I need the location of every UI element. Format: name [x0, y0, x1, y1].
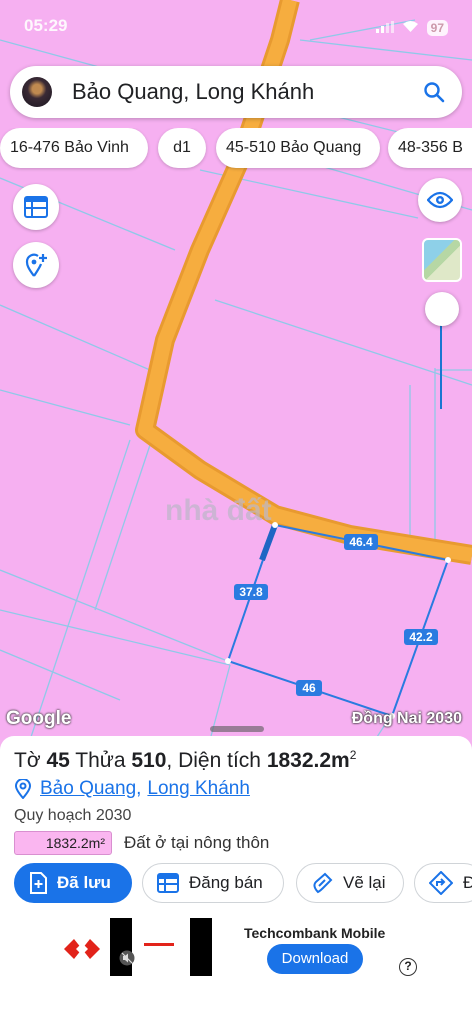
- search-input[interactable]: Bảo Quang, Long Khánh: [72, 79, 414, 105]
- add-location-icon: [25, 253, 47, 277]
- save-plus-icon: [29, 872, 47, 894]
- area-legend-swatch: 1832.2m²: [14, 831, 112, 855]
- redraw-label: Vẽ lại: [343, 873, 386, 892]
- basemap-thumbnail[interactable]: [422, 238, 462, 282]
- parcel-title: Tờ 45 Thửa 510, Diện tích 1832.2m2: [14, 748, 356, 773]
- parcel-location: Bảo Quang, Long Khánh: [14, 778, 250, 800]
- chip-recent-parcel[interactable]: 48-356 B: [388, 128, 472, 168]
- parcel-vertex[interactable]: [225, 658, 231, 664]
- land-use-label: Đất ở tại nông thôn: [124, 833, 270, 852]
- sheet-drag-handle[interactable]: [210, 726, 264, 732]
- techcombank-logo-icon: [64, 937, 100, 966]
- search-bar[interactable]: Bảo Quang, Long Khánh: [10, 66, 462, 118]
- sheet-number: 45: [46, 749, 70, 772]
- parcel-vertex[interactable]: [445, 557, 451, 563]
- land-use-row: 1832.2m² Đất ở tại nông thôn: [14, 831, 269, 855]
- city-link[interactable]: Long Khánh: [147, 778, 250, 800]
- area-unit: 2: [349, 748, 357, 762]
- draw-icon: [311, 872, 333, 894]
- ad-title: Techcombank Mobile: [244, 925, 386, 941]
- opacity-slider-knob[interactable]: [425, 292, 459, 326]
- planning-label: Quy hoạch 2030: [14, 807, 132, 824]
- edge-label-top: 46.4: [349, 535, 373, 549]
- action-buttons: Đã lưu Đăng bán Vẽ lại Đ: [0, 863, 472, 905]
- area-value: 1832.2m: [266, 749, 350, 772]
- add-location-button[interactable]: [13, 242, 59, 288]
- parcel-frontage: [259, 523, 278, 562]
- status-bar: 05:29 97: [0, 16, 472, 42]
- edge-label-left: 37.8: [239, 585, 263, 599]
- separator: ,: [136, 778, 142, 799]
- post-for-sale-label: Đăng bán: [189, 873, 263, 892]
- status-time: 05:29: [24, 16, 68, 35]
- plot-number: 510: [131, 749, 167, 772]
- planning-layer-label: Đồng Nai 2030: [351, 710, 462, 727]
- directions-label: Đ: [463, 873, 472, 892]
- edge-label-bottom: 46: [302, 681, 316, 695]
- search-button[interactable]: [414, 72, 454, 112]
- chip-recent-parcel[interactable]: 45-510 Bảo Quang: [216, 128, 380, 168]
- watermark: nhà đất: [165, 494, 272, 527]
- ad-video-bar: [190, 918, 212, 976]
- status-icons: 97: [375, 18, 448, 38]
- signal-icon: [375, 18, 394, 38]
- ad-video-brand: [142, 936, 182, 946]
- avatar[interactable]: [22, 77, 52, 107]
- table-icon: [24, 196, 48, 218]
- listing-icon: [157, 873, 179, 893]
- wifi-icon: [402, 18, 419, 38]
- directions-icon: [429, 871, 453, 895]
- mute-icon[interactable]: [119, 950, 135, 971]
- directions-button[interactable]: Đ: [414, 863, 472, 903]
- saved-label: Đã lưu: [57, 873, 111, 892]
- eye-icon: [427, 191, 453, 209]
- parcel-outline[interactable]: [226, 523, 450, 718]
- sheet-prefix: Tờ: [14, 749, 41, 772]
- plot-prefix: Thửa: [75, 749, 126, 772]
- post-for-sale-button[interactable]: Đăng bán: [142, 863, 284, 903]
- layer-table-button[interactable]: [13, 184, 59, 230]
- edge-label-right: 42.2: [409, 630, 433, 644]
- recent-parcels-chips: 16-476 Bảo Vinh d1 45-510 Bảo Quang 48-3…: [0, 128, 472, 172]
- ad-video-preview[interactable]: [110, 918, 212, 976]
- ad-help-icon[interactable]: ?: [399, 958, 417, 976]
- area-prefix: , Diện tích: [166, 749, 261, 772]
- search-icon: [424, 82, 445, 103]
- google-logo: Google: [6, 708, 72, 729]
- battery-indicator: 97: [426, 20, 448, 36]
- ward-link[interactable]: Bảo Quang: [40, 778, 136, 800]
- chip-recent-parcel[interactable]: d1: [158, 128, 206, 168]
- visibility-button[interactable]: [418, 178, 462, 222]
- ad-download-button[interactable]: Download: [267, 944, 363, 974]
- location-pin-icon: [14, 779, 32, 799]
- chip-recent-parcel[interactable]: 16-476 Bảo Vinh: [0, 128, 148, 168]
- opacity-slider-track[interactable]: [440, 325, 442, 409]
- parcel-vertex[interactable]: [272, 522, 278, 528]
- redraw-button[interactable]: Vẽ lại: [296, 863, 404, 903]
- saved-button[interactable]: Đã lưu: [14, 863, 132, 903]
